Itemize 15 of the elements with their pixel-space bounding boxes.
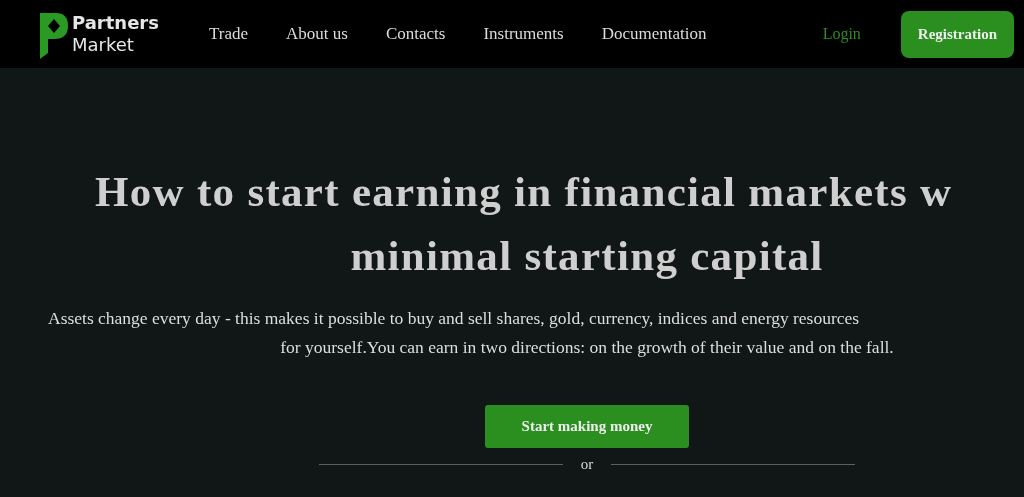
hero-title: minimal starting capital xyxy=(350,231,824,281)
start-button[interactable]: Start making money xyxy=(485,405,689,448)
nav-link[interactable]: About us xyxy=(286,24,348,44)
logo-text: Partners xyxy=(72,12,159,34)
hero-title: How to start earning in financial markets w xyxy=(95,167,953,217)
nav-link[interactable]: Documentation xyxy=(601,24,707,44)
hero-description: for yourself.You can earn in two directions: on the growth of their value and on the fall. xyxy=(280,336,894,359)
divider-text: or xyxy=(580,456,594,473)
nav-link[interactable]: Contacts xyxy=(385,24,446,44)
nav-link[interactable]: Trade xyxy=(208,24,248,44)
login-link[interactable]: Login xyxy=(822,25,861,43)
registration-button[interactable]: Registration xyxy=(900,10,1014,58)
logo-text: Market xyxy=(72,34,135,56)
nav-link[interactable]: Instruments xyxy=(483,24,564,44)
hero-description: Assets change every day - this makes it possible to buy and sell shares, gold, currency, indices and energy resources xyxy=(48,307,860,330)
